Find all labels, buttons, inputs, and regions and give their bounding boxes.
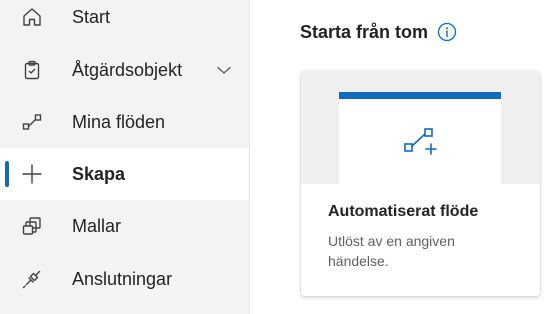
sidebar-item-label: Åtgärdsobjekt	[72, 59, 183, 80]
card-description: Utlöst av en angiven händelse.	[328, 233, 455, 269]
sidebar-item-label: Anslutningar	[72, 268, 173, 289]
sidebar-item-label: Mina flöden	[72, 111, 166, 132]
sidebar-item-my-flows[interactable]: Mina flöden	[0, 96, 249, 148]
info-icon[interactable]	[437, 22, 457, 42]
app-window: Start Åtgärdsobjekt Mina flöden Skapa Ma…	[0, 0, 552, 314]
sidebar-item-label: Start	[72, 6, 111, 27]
connector-icon	[20, 267, 44, 291]
sidebar-divider	[249, 0, 250, 314]
flow-icon	[20, 110, 44, 134]
home-icon	[20, 5, 44, 29]
automated-flow-card[interactable]: Automatiserat flöde Utlöst av en angiven…	[301, 71, 540, 296]
sidebar-nav: Start Åtgärdsobjekt Mina flöden Skapa Ma…	[0, 0, 249, 314]
sidebar-item-action-items[interactable]: Åtgärdsobjekt	[0, 44, 249, 96]
section-title: Starta från tom	[300, 20, 457, 44]
card-title: Automatiserat flöde	[328, 203, 479, 220]
sidebar-item-create[interactable]: Skapa	[0, 148, 249, 200]
sidebar-item-connections[interactable]: Anslutningar	[0, 253, 249, 305]
card-preview	[301, 71, 540, 184]
flow-add-icon	[403, 124, 443, 164]
card-thumbnail	[339, 92, 501, 184]
clipboard-icon	[20, 58, 44, 82]
sidebar-item-start[interactable]: Start	[0, 0, 249, 43]
section-title-text: Starta från tom	[300, 21, 429, 42]
plus-icon	[20, 162, 44, 186]
chevron-down-icon[interactable]	[215, 61, 233, 79]
templates-icon	[20, 214, 44, 238]
sidebar-item-label: Skapa	[72, 163, 126, 184]
sidebar-item-label: Mallar	[72, 215, 122, 236]
active-indicator	[5, 161, 9, 187]
sidebar-item-templates[interactable]: Mallar	[0, 200, 249, 252]
